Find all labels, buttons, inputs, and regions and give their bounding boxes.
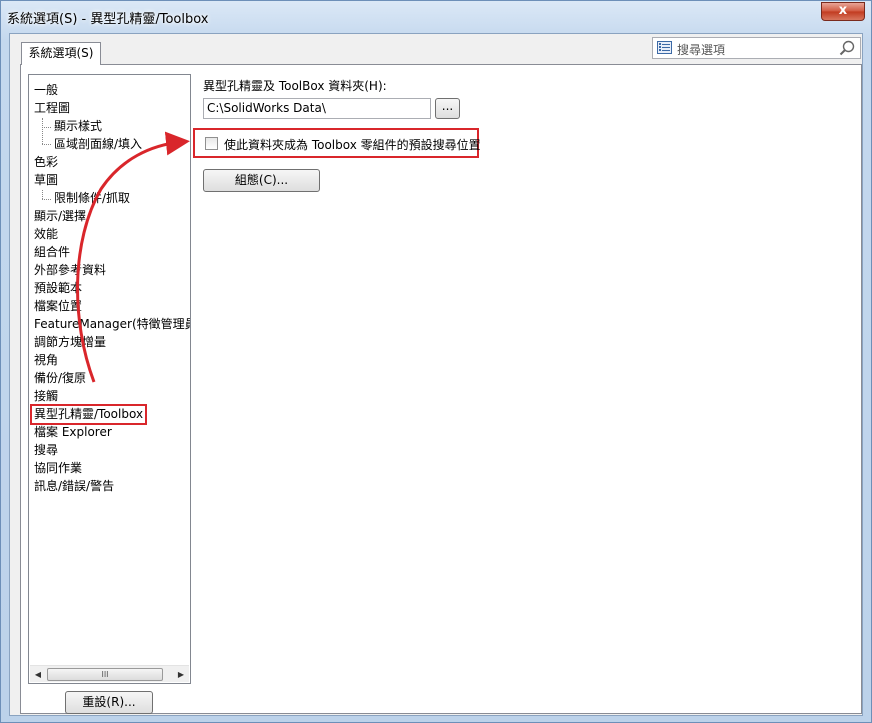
tab-system-options[interactable]: 系統選項(S)	[21, 42, 101, 65]
tree-item[interactable]: 接觸	[34, 388, 58, 405]
tree-item[interactable]: 視角	[34, 352, 58, 369]
default-search-location-checkbox[interactable]	[205, 137, 218, 150]
options-tree[interactable]: 訊息/錯誤/警告 協同作業 搜尋 檔案 Explorer 異型孔精靈/Toolbox 接觸…	[28, 74, 191, 684]
tree-item[interactable]: 調節方塊增量	[34, 334, 106, 351]
folder-label: 異型孔精靈及 ToolBox 資料夾(H):	[203, 79, 387, 93]
tree-item[interactable]: 一般	[34, 82, 58, 99]
tree-horizontal-scrollbar[interactable]: ◀ III ▶	[30, 665, 189, 682]
title-bar[interactable]: 系統選項(S) - 異型孔精靈/Toolbox x	[1, 1, 871, 33]
reset-button[interactable]: 重設(R)...	[65, 691, 153, 714]
tree-item[interactable]: 備份/復原	[34, 370, 86, 387]
scroll-left-icon[interactable]: ◀	[31, 668, 45, 681]
configure-button[interactable]: 組態(C)...	[203, 169, 320, 192]
tree-connector	[42, 127, 51, 128]
tree-item[interactable]: 檔案 Explorer	[34, 424, 112, 441]
search-icon[interactable]	[839, 40, 855, 56]
tree-item[interactable]: 草圖	[34, 172, 58, 189]
options-panel: 訊息/錯誤/警告 協同作業 搜尋 檔案 Explorer 異型孔精靈/Toolbox 接觸…	[20, 64, 862, 714]
window-title: 系統選項(S) - 異型孔精靈/Toolbox	[7, 12, 209, 27]
tree-item[interactable]: 顯示/選擇	[34, 208, 86, 225]
checkbox-label[interactable]: 使此資料夾成為 Toolbox 零組件的預設搜尋位置	[224, 136, 481, 153]
browse-button[interactable]: ...	[435, 98, 460, 119]
search-placeholder: 搜尋選項	[677, 43, 726, 57]
tree-connector	[42, 118, 43, 144]
dialog-client-area: 系統選項(S) 搜尋選項 訊息/錯誤/警告 協同作業 搜尋 檔案 Explorer 異型…	[9, 33, 863, 716]
tree-connector	[42, 144, 51, 145]
tree-item[interactable]: 檔案位置	[34, 298, 82, 315]
search-options-box[interactable]: 搜尋選項	[652, 37, 861, 59]
tree-connector	[42, 190, 43, 199]
tree-item[interactable]: 顯示樣式	[54, 118, 102, 135]
tree-item[interactable]: 訊息/錯誤/警告	[34, 478, 114, 495]
tree-item[interactable]: FeatureManager(特徵管理員	[34, 316, 190, 333]
dialog-window: 系統選項(S) - 異型孔精靈/Toolbox x 系統選項(S) 搜尋選項 訊…	[0, 0, 872, 723]
tree-item[interactable]: 效能	[34, 226, 58, 243]
tree-item[interactable]: 限制條件/抓取	[54, 190, 130, 207]
tree-item[interactable]: 預設範本	[34, 280, 82, 297]
tree-item[interactable]: 協同作業	[34, 460, 82, 477]
tree-item[interactable]: 搜尋	[34, 442, 58, 459]
list-icon	[657, 41, 672, 54]
close-button[interactable]: x	[821, 2, 865, 21]
tree-item[interactable]: 區域剖面線/填入	[54, 136, 142, 153]
tree-item[interactable]: 工程圖	[34, 100, 70, 117]
tree-item[interactable]: 色彩	[34, 154, 58, 171]
scroll-thumb[interactable]: III	[47, 668, 163, 681]
tree-connector	[42, 199, 51, 200]
close-icon: x	[838, 3, 848, 18]
tree-item-selected[interactable]: 異型孔精靈/Toolbox	[29, 404, 148, 425]
scroll-right-icon[interactable]: ▶	[174, 668, 188, 681]
tree-item[interactable]: 外部參考資料	[34, 262, 106, 279]
tree-item[interactable]: 組合件	[34, 244, 70, 261]
folder-path-input[interactable]: C:\SolidWorks Data\	[203, 98, 431, 119]
default-search-location-highlight: 使此資料夾成為 Toolbox 零組件的預設搜尋位置	[193, 128, 481, 158]
